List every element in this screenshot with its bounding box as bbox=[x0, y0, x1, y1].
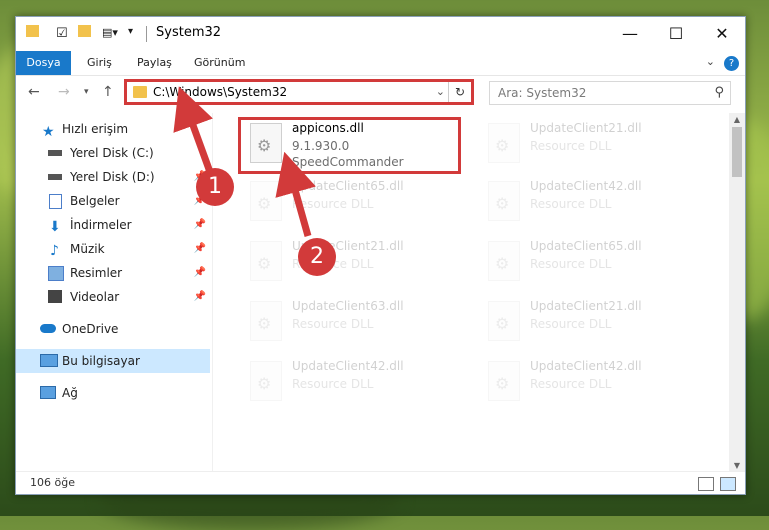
arrow-step-2 bbox=[275, 151, 316, 237]
step-2-badge: 2 bbox=[298, 238, 336, 276]
step-1-badge: 1 bbox=[196, 168, 234, 206]
annotation-arrows bbox=[173, 86, 316, 237]
arrow-step-1 bbox=[173, 86, 214, 174]
